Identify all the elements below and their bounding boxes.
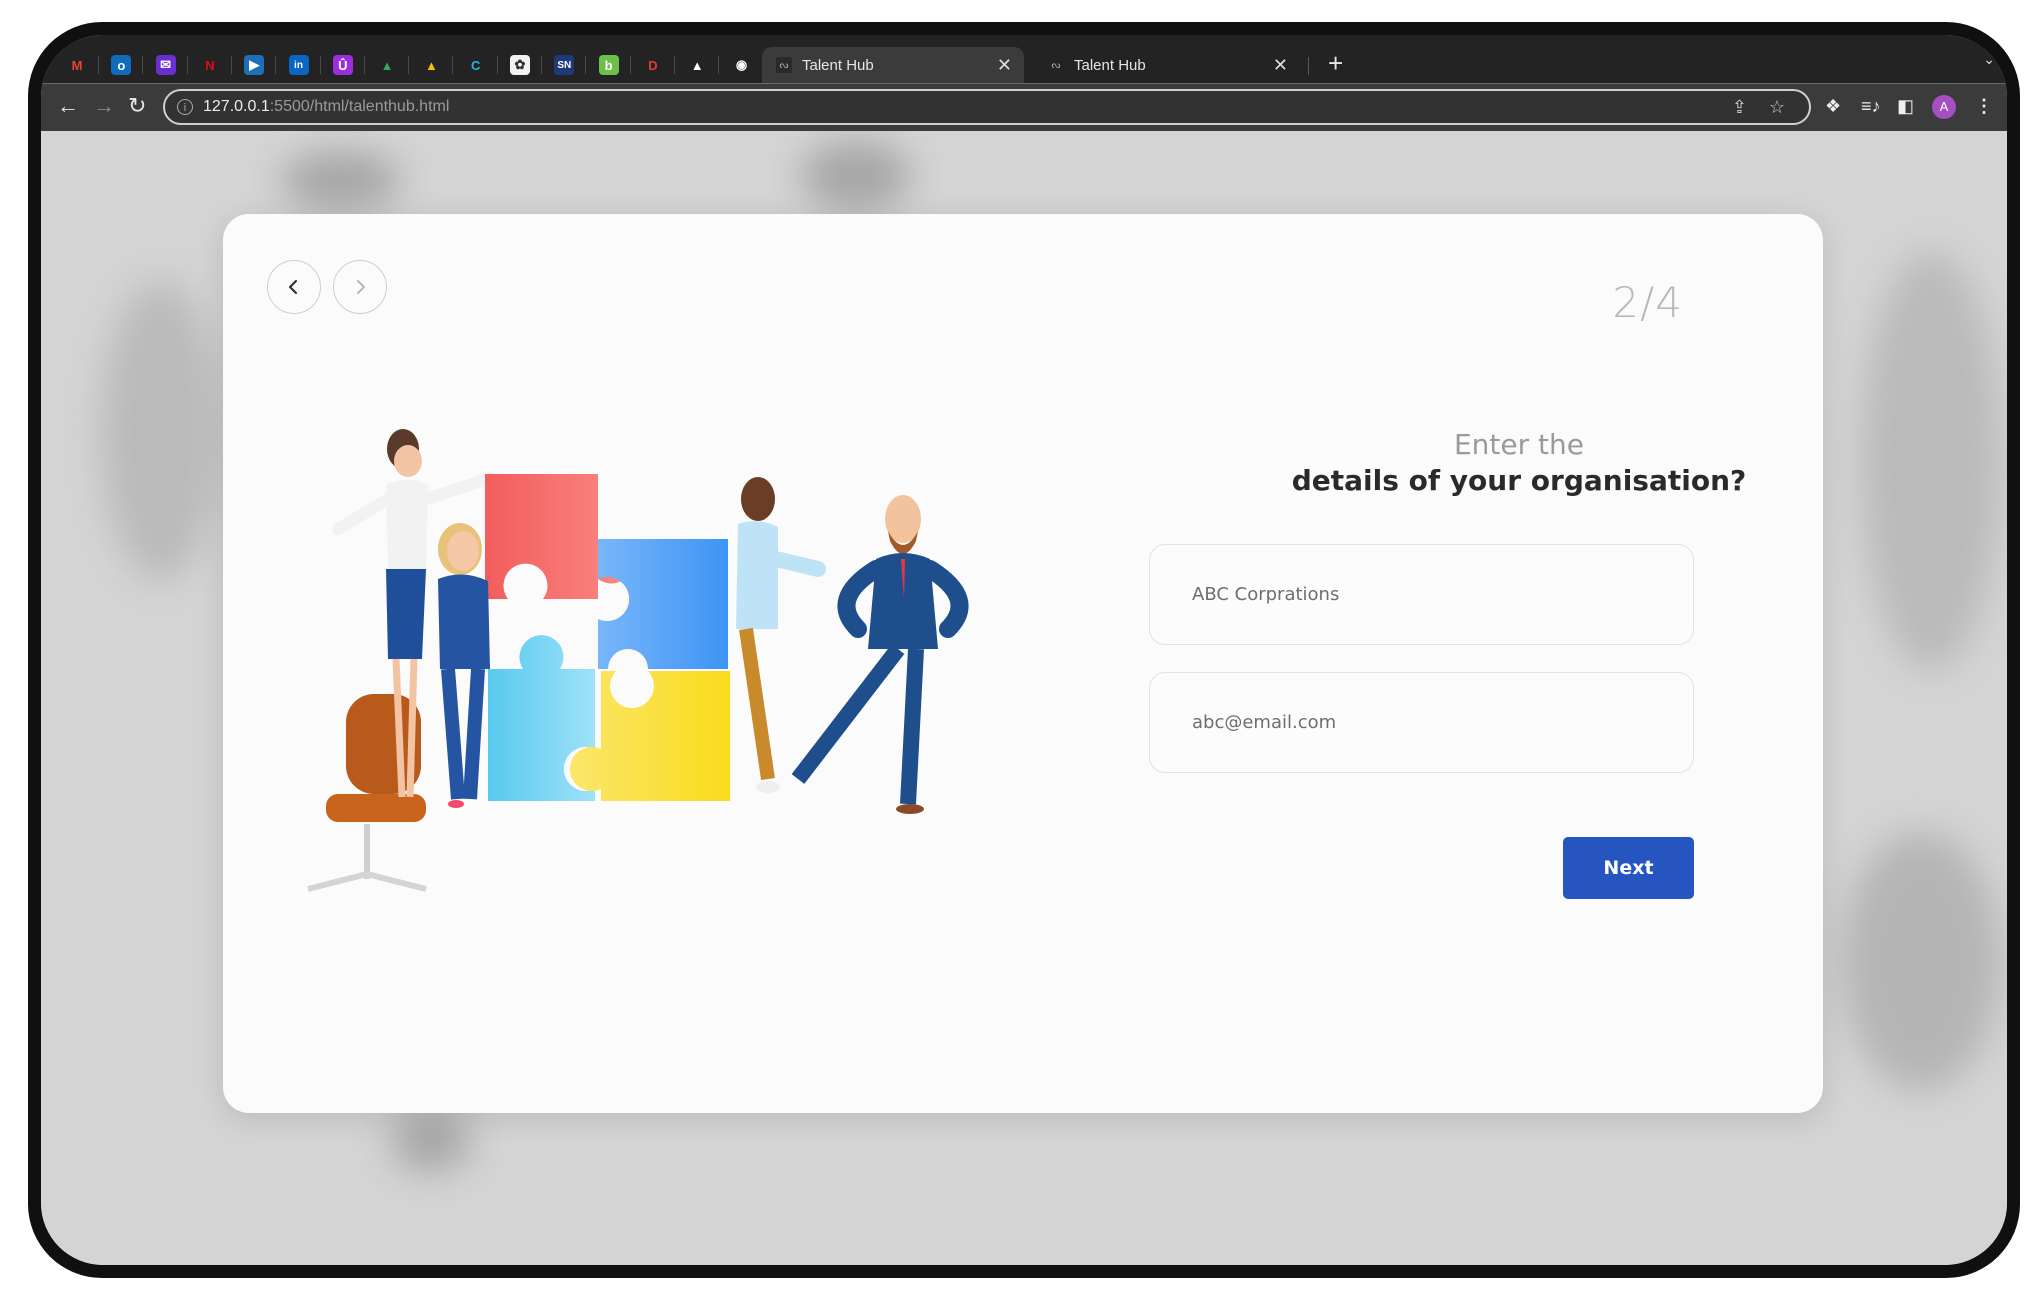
close-tab-icon[interactable]: ✕ <box>1273 55 1288 76</box>
pinned-tab-mail[interactable]: ✉ <box>144 50 188 80</box>
media-controls-icon[interactable]: ≡♪ <box>1861 96 1881 117</box>
pinned-tab-linkedin[interactable]: in <box>277 50 321 80</box>
pinned-tab-player[interactable]: ▶ <box>232 50 277 80</box>
side-panel-icon[interactable]: ◧ <box>1897 96 1914 117</box>
reload-icon[interactable]: ↻ <box>128 94 146 118</box>
next-button[interactable]: Next <box>1563 837 1694 899</box>
background-blur <box>281 151 401 211</box>
pinned-tab-sn-app[interactable]: SN <box>542 50 587 80</box>
profile-avatar[interactable]: A <box>1932 95 1956 119</box>
outlook-icon: o <box>111 55 132 75</box>
triangle-app-icon: ▲ <box>690 57 704 73</box>
pinned-tab-google-drive[interactable]: ▲ <box>409 50 454 80</box>
share-icon[interactable]: ⇪ <box>1732 97 1747 118</box>
background-blur <box>101 281 221 581</box>
puzzle-blue-piece <box>598 539 728 669</box>
bookmark-star-icon[interactable]: ☆ <box>1769 97 1785 118</box>
tab-separator <box>1308 57 1309 75</box>
chevron-left-icon <box>288 279 298 295</box>
step-indicator: 2/4 <box>1612 278 1683 327</box>
b-app-icon: b <box>598 55 619 75</box>
tab-talent-hub-active[interactable]: ᔓ Talent Hub ✕ <box>762 47 1024 83</box>
organisation-name-field[interactable] <box>1149 544 1694 645</box>
pinned-tab-outlook[interactable]: o <box>99 50 144 80</box>
pinned-tab-b-app[interactable]: b <box>587 50 631 80</box>
player-icon: ▶ <box>244 55 265 75</box>
organisation-email-input[interactable] <box>1192 673 1673 772</box>
pinned-tab-gmail[interactable]: M <box>55 50 99 80</box>
pinned-tab-d-app[interactable]: D <box>631 50 675 80</box>
background-blur <box>1861 251 2001 671</box>
device-frame: ᔓ Talent Hub ✕ ᔓ Talent Hub ✕ + ⌄ Mo ✉ N ▶ i… <box>28 22 2020 1278</box>
pinned-tab-google-drive[interactable]: ▲ <box>365 50 410 80</box>
url-text[interactable]: 127.0.0.1:5500/html/talenthub.html <box>203 98 449 116</box>
pinned-tab-triangle-app[interactable]: ▲ <box>675 50 720 80</box>
browser-toolbar: ← → ↻ i 127.0.0.1:5500/html/talenthub.ht… <box>41 83 2007 131</box>
organisation-name-input[interactable] <box>1192 545 1673 644</box>
talent-hub-favicon-icon: ᔓ <box>776 57 792 73</box>
talent-hub-favicon-icon: ᔓ <box>1051 59 1061 71</box>
next-step-arrow-button[interactable] <box>333 260 387 314</box>
background-blur <box>391 1111 471 1171</box>
d-app-icon: D <box>648 57 658 73</box>
pinned-tab-u-app[interactable]: Û <box>321 50 365 80</box>
organisation-email-field[interactable] <box>1149 672 1694 773</box>
forward-arrow-icon[interactable]: → <box>93 94 115 118</box>
c-app-icon: C <box>470 57 481 73</box>
new-tab-button[interactable]: + <box>1328 48 1343 78</box>
close-tab-icon[interactable]: ✕ <box>997 55 1012 76</box>
bearded-man-in-suit <box>791 495 969 814</box>
pinned-tab-github[interactable]: ◉ <box>720 50 764 80</box>
pinned-tab-openai[interactable]: ✿ <box>498 50 542 80</box>
puzzle-red-piece <box>485 474 634 599</box>
pinned-tab-netflix[interactable]: N <box>188 50 232 80</box>
address-bar[interactable]: i 127.0.0.1:5500/html/talenthub.html ⇪ ☆ <box>163 89 1811 125</box>
onboarding-card: 2/4 Enter the details of your organisati… <box>223 214 1823 1113</box>
browser-window: ᔓ Talent Hub ✕ ᔓ Talent Hub ✕ + ⌄ Mo ✉ N ▶ i… <box>41 35 2007 1265</box>
tab-title: Talent Hub <box>1074 56 1146 74</box>
tab-title: Talent Hub <box>802 56 874 74</box>
netflix-icon: N <box>205 57 215 73</box>
background-blur <box>1841 831 2001 1091</box>
site-info-icon[interactable]: i <box>177 99 193 115</box>
page-content: 2/4 Enter the details of your organisati… <box>41 131 2007 1265</box>
background-blur <box>801 141 911 211</box>
github-icon: ◉ <box>735 57 748 72</box>
chevron-right-icon <box>357 280 365 294</box>
tab-talent-hub[interactable]: ᔓ Talent Hub ✕ <box>1034 47 1300 83</box>
team-puzzle-illustration <box>307 429 969 892</box>
sn-app-icon: SN <box>554 55 575 75</box>
google-drive-icon: ▲ <box>424 57 438 73</box>
question-title: details of your organisation? <box>1291 464 1747 497</box>
browser-menu-kebab-icon[interactable]: ⋮ <box>1975 96 1993 117</box>
tab-strip: ᔓ Talent Hub ✕ ᔓ Talent Hub ✕ + ⌄ Mo ✉ N ▶ i… <box>41 35 2007 83</box>
question-intro: Enter the <box>1453 428 1584 461</box>
extensions-puzzle-icon[interactable]: ❖ <box>1825 96 1841 117</box>
pinned-tab-c-app[interactable]: C <box>454 50 498 80</box>
google-drive-icon: ▲ <box>380 57 394 73</box>
openai-icon: ✿ <box>510 55 530 75</box>
mail-icon: ✉ <box>155 55 176 75</box>
previous-step-button[interactable] <box>267 260 321 314</box>
u-app-icon: Û <box>332 55 353 75</box>
gmail-icon: M <box>71 57 83 73</box>
woman-arms-crossed <box>438 523 490 808</box>
back-arrow-icon[interactable]: ← <box>57 94 79 118</box>
man-holding-puzzle <box>736 477 826 793</box>
tab-search-chevron-icon[interactable]: ⌄ <box>1983 51 1995 68</box>
linkedin-icon: in <box>288 55 309 75</box>
